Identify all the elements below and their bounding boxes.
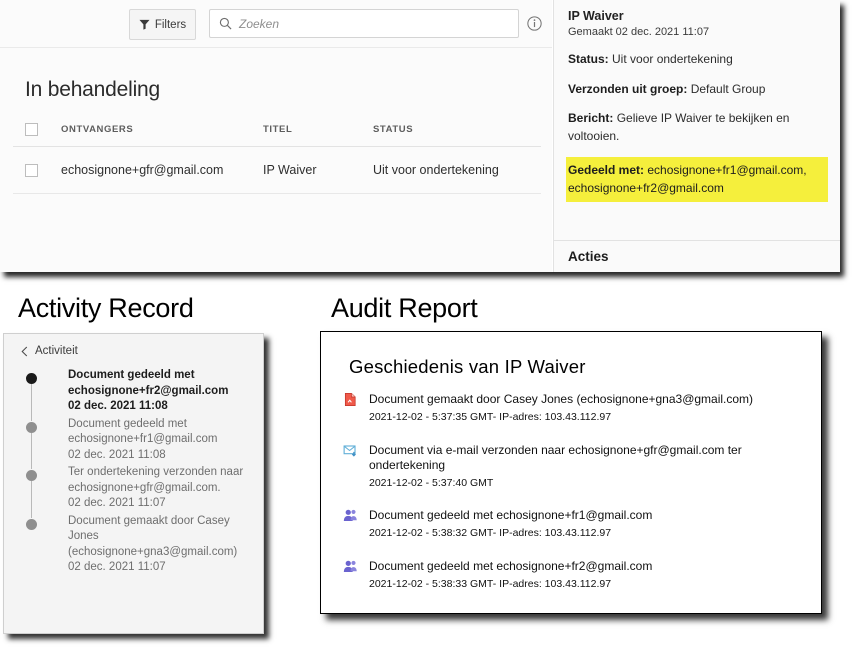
list-toolbar: Filters Zoeken — [0, 0, 552, 48]
audit-event-list: Document gemaakt door Casey Jones (echos… — [341, 392, 807, 610]
table-row[interactable]: echosignone+gfr@gmail.com IP Waiver Uit … — [13, 147, 541, 194]
audit-report-heading: Audit Report — [331, 293, 478, 323]
list-item: Document gemaakt door Casey Jones (echos… — [341, 392, 807, 425]
detail-status-key: Status: — [568, 52, 609, 67]
list-item: Document gedeeld met echosignone+fr2@gma… — [341, 559, 807, 592]
manage-documents-screenshot: Filters Zoeken In behandeling ONTVANGERS… — [0, 0, 840, 272]
detail-message-field: Bericht: Gelieve IP Waiver te bekijken e… — [568, 110, 826, 145]
audit-report-panel: Geschiedenis van IP Waiver Document gema… — [320, 331, 822, 614]
activity-text: Document gemaakt door Casey Jones (echos… — [68, 514, 238, 558]
detail-message-key: Bericht: — [568, 111, 614, 126]
activity-text: Document gedeeld met echosignone+fr1@gma… — [68, 417, 218, 446]
activity-time: 02 dec. 2021 11:08 — [68, 400, 168, 413]
people-shared-icon — [343, 560, 357, 572]
filters-button[interactable]: Filters — [129, 9, 196, 40]
info-circle-icon[interactable] — [527, 16, 542, 31]
detail-group-value: Default Group — [690, 81, 766, 96]
email-sent-icon — [343, 445, 356, 457]
table-header-row: ONTVANGERS TITEL STATUS — [13, 113, 541, 147]
activity-back-button[interactable]: Activiteit — [21, 345, 78, 357]
magnifier-icon — [219, 17, 232, 30]
activity-back-label: Activiteit — [35, 345, 78, 357]
audit-event-meta: 2021-12-02 - 5:37:35 GMT- IP-adres: 103.… — [369, 411, 612, 423]
audit-event-text: Document via e-mail verzonden naar echos… — [369, 442, 742, 472]
activity-timeline: Document gedeeld met echosignone+fr2@gma… — [26, 368, 255, 578]
row-select-cell — [13, 163, 61, 177]
detail-group-field: Verzonden uit groep: Default Group — [568, 81, 826, 98]
column-header-title: TITEL — [263, 124, 293, 135]
activity-time: 02 dec. 2021 11:08 — [68, 448, 166, 461]
document-detail-pane: IP Waiver Gemaakt 02 dec. 2021 11:07 Sta… — [553, 0, 840, 272]
column-header-status: STATUS — [373, 124, 414, 135]
activity-time: 02 dec. 2021 11:07 — [68, 497, 166, 510]
activity-text: Document gedeeld met echosignone+fr2@gma… — [68, 369, 229, 397]
documents-table: ONTVANGERS TITEL STATUS echosignone+gfr@… — [13, 113, 541, 194]
detail-body: IP Waiver Gemaakt 02 dec. 2021 11:07 Sta… — [554, 0, 840, 240]
timeline-dot-icon — [26, 421, 37, 433]
list-item[interactable]: Ter ondertekening verzonden naar echosig… — [26, 465, 255, 518]
timeline-connector — [31, 481, 32, 518]
page-title: In behandeling — [25, 78, 160, 101]
detail-group-key: Verzonden uit groep: — [568, 81, 688, 96]
funnel-icon — [139, 19, 150, 30]
filters-label: Filters — [154, 18, 187, 31]
people-shared-icon — [343, 509, 357, 522]
detail-created-date: Gemaakt 02 dec. 2021 11:07 — [568, 25, 710, 38]
audit-report-title: Geschiedenis van IP Waiver — [349, 356, 586, 377]
document-list-pane: Filters Zoeken In behandeling ONTVANGERS… — [0, 0, 552, 272]
list-item: Document via e-mail verzonden naar echos… — [341, 443, 807, 491]
timeline-dot-icon — [26, 518, 37, 530]
audit-event-meta: 2021-12-02 - 5:38:33 GMT- IP-adres: 103.… — [369, 577, 612, 590]
activity-record-panel: Activiteit Document gedeeld met echosign… — [3, 333, 264, 634]
actions-section[interactable]: Acties — [554, 240, 840, 272]
activity-record-heading: Activity Record — [18, 293, 194, 323]
detail-status-value: Uit voor ondertekening — [612, 52, 733, 67]
list-item[interactable]: Document gedeeld met echosignone+fr2@gma… — [26, 368, 255, 421]
detail-status-field: Status: Uit voor ondertekening — [568, 51, 826, 68]
search-placeholder: Zoeken — [239, 16, 280, 31]
activity-text: Ter ondertekening verzonden naar echosig… — [68, 466, 244, 494]
audit-event-meta: 2021-12-02 - 5:38:32 GMT- IP-adres: 103.… — [369, 527, 612, 540]
list-item[interactable]: Document gemaakt door Casey Jones (echos… — [26, 514, 255, 578]
timeline-dot-icon — [26, 470, 37, 482]
cell-status: Uit voor ondertekening — [373, 163, 499, 177]
select-all-checkbox[interactable] — [25, 123, 38, 136]
detail-shared-with-field: Gedeeld met: echosignone+fr1@gmail.com, … — [566, 156, 828, 202]
detail-shared-key: Gedeeld met: — [568, 162, 645, 177]
column-header-recipients: ONTVANGERS — [61, 124, 134, 135]
list-item: Document gedeeld met echosignone+fr1@gma… — [341, 508, 807, 541]
activity-time: 02 dec. 2021 11:07 — [68, 561, 166, 574]
row-checkbox[interactable] — [25, 163, 38, 177]
timeline-connector — [31, 384, 32, 421]
timeline-connector — [31, 432, 32, 470]
actions-label: Acties — [568, 249, 609, 264]
detail-document-title: IP Waiver — [568, 9, 624, 23]
audit-event-text: Document gedeeld met echosignone+fr1@gma… — [369, 508, 653, 523]
chevron-left-icon — [21, 346, 28, 356]
timeline-dot-icon — [26, 373, 37, 384]
document-created-icon — [344, 393, 356, 406]
list-item[interactable]: Document gedeeld met echosignone+fr1@gma… — [26, 417, 255, 470]
cell-title: IP Waiver — [263, 163, 317, 177]
audit-event-meta: 2021-12-02 - 5:37:40 GMT — [369, 476, 494, 489]
cell-recipients: echosignone+gfr@gmail.com — [61, 163, 224, 177]
search-input[interactable]: Zoeken — [209, 9, 519, 38]
select-all-cell — [13, 123, 61, 136]
audit-event-text: Document gedeeld met echosignone+fr2@gma… — [369, 558, 653, 573]
audit-event-text: Document gemaakt door Casey Jones (echos… — [369, 392, 754, 406]
